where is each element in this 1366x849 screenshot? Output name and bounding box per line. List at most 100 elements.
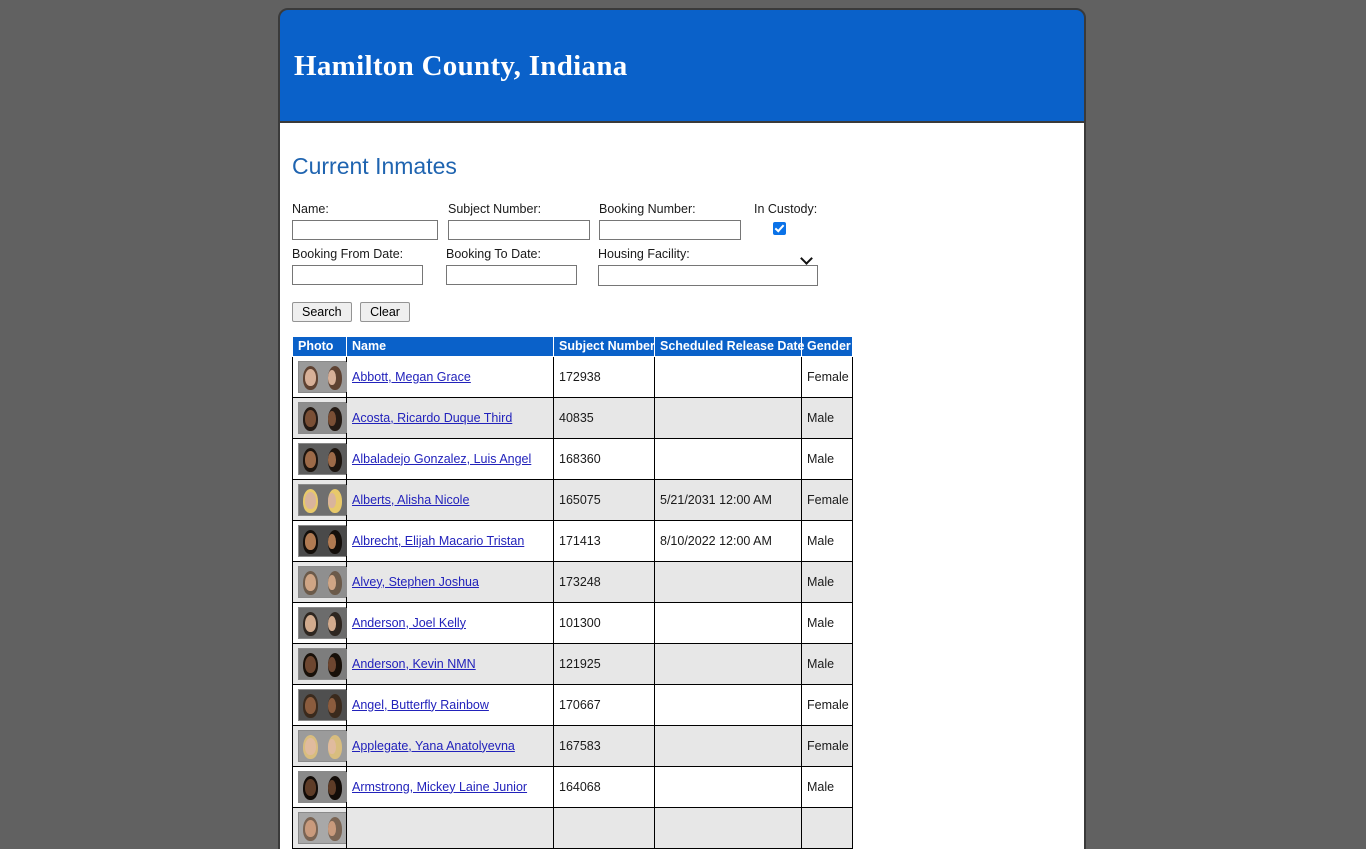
column-header-scheduled-release-date[interactable]: Scheduled Release Date [654,335,805,357]
booking-to-date-input[interactable] [446,264,577,285]
photo-cell [292,601,348,644]
in-custody-checkbox[interactable] [773,221,786,235]
mugshot-thumbnail[interactable] [298,360,348,393]
mugshot-thumbnail[interactable] [298,565,348,598]
photo-cell [292,683,348,726]
name-input[interactable] [292,219,438,240]
gender-cell: Female [801,683,853,726]
in-custody-label: In Custody: [754,201,818,216]
housing-facility-select[interactable] [598,264,818,286]
mugshot-profile-view [323,607,347,638]
table-row: Abbott, Megan Grace 172938 Female [292,355,853,398]
mugshot-thumbnail[interactable] [298,483,348,516]
inmates-table: Photo Name Subject Number Scheduled Rele… [292,335,853,849]
gender-cell: Male [801,519,853,562]
mugshot-front-view [299,566,323,597]
mugshot-thumbnail[interactable] [298,647,348,680]
mugshot-front-view [299,607,323,638]
housing-facility-label: Housing Facility: [598,246,690,261]
gender-cell [801,806,853,849]
scheduled-release-date-cell: 5/21/2031 12:00 AM [654,478,802,521]
inmate-detail-link[interactable]: Acosta, Ricardo Duque Third [352,411,512,425]
name-cell: Angel, Butterfly Rainbow [346,683,554,726]
mugshot-front-view [299,402,323,433]
mugshot-thumbnail[interactable] [298,442,348,475]
name-cell: Abbott, Megan Grace [346,355,554,398]
name-cell: Armstrong, Mickey Laine Junior [346,765,554,808]
name-cell: Albrecht, Elijah Macario Tristan [346,519,554,562]
subject-number-label: Subject Number: [448,201,542,216]
photo-cell [292,396,348,439]
gender-cell: Male [801,437,853,480]
mugshot-thumbnail[interactable] [298,770,348,803]
subject-number-cell [553,806,655,849]
subject-number-input[interactable] [448,219,590,240]
search-button[interactable]: Search [292,301,352,322]
inmate-detail-link[interactable]: Applegate, Yana Anatolyevna [352,739,515,753]
column-header-name[interactable]: Name [346,335,554,357]
inmate-detail-link[interactable]: Anderson, Joel Kelly [352,616,466,630]
mugshot-thumbnail[interactable] [298,811,346,844]
subject-number-cell: 101300 [553,601,655,644]
photo-cell [292,519,348,562]
scheduled-release-date-cell [654,396,802,439]
search-form: Name: Subject Number: Booking Number: In… [280,181,1084,322]
mugshot-thumbnail[interactable] [298,524,348,557]
name-cell: Acosta, Ricardo Duque Third [346,396,554,439]
scheduled-release-date-cell [654,806,802,849]
clear-button[interactable]: Clear [360,301,410,322]
inmate-detail-link[interactable]: Anderson, Kevin NMN [352,657,476,671]
photo-cell [292,355,348,398]
table-row: Applegate, Yana Anatolyevna 167583 Female [292,724,853,767]
mugshot-front-view [299,361,323,392]
mugshot-front-view [299,648,323,679]
mugshot-profile-view [323,361,347,392]
gender-cell: Female [801,724,853,767]
booking-number-input[interactable] [599,219,741,240]
inmate-detail-link[interactable]: Angel, Butterfly Rainbow [352,698,489,712]
mugshot-thumbnail[interactable] [298,688,348,721]
subject-number-cell: 121925 [553,642,655,685]
inmate-detail-link[interactable]: Alvey, Stephen Joshua [352,575,479,589]
name-cell: Applegate, Yana Anatolyevna [346,724,554,767]
inmate-detail-link[interactable]: Armstrong, Mickey Laine Junior [352,780,527,794]
name-cell: Albaladejo Gonzalez, Luis Angel [346,437,554,480]
table-row: Alvey, Stephen Joshua 173248 Male [292,560,853,603]
table-row [292,806,853,849]
gender-cell: Male [801,560,853,603]
column-header-gender[interactable]: Gender [801,335,853,357]
gender-cell: Male [801,396,853,439]
mugshot-thumbnail[interactable] [298,606,348,639]
inmate-detail-link[interactable]: Abbott, Megan Grace [352,370,471,384]
table-row: Albrecht, Elijah Macario Tristan 171413 8/… [292,519,853,562]
column-header-photo[interactable]: Photo [292,335,347,357]
name-cell: Anderson, Kevin NMN [346,642,554,685]
form-buttons: Search Clear [292,301,1084,322]
inmate-detail-link[interactable]: Albrecht, Elijah Macario Tristan [352,534,524,548]
booking-number-field-group: Booking Number: [599,202,741,240]
site-header: Hamilton County, Indiana [278,8,1086,123]
table-row: Anderson, Kevin NMN 121925 Male [292,642,853,685]
site-body: Current Inmates Name: Subject Number: Bo… [278,123,1086,849]
scheduled-release-date-cell [654,601,802,644]
column-header-subject-number[interactable]: Subject Number [553,335,655,357]
table-header-row: Photo Name Subject Number Scheduled Rele… [292,335,853,357]
inmate-detail-link[interactable]: Albaladejo Gonzalez, Luis Angel [352,452,531,466]
mugshot-thumbnail[interactable] [298,401,348,434]
booking-number-label: Booking Number: [599,201,696,216]
scheduled-release-date-cell [654,642,802,685]
mugshot-thumbnail[interactable] [298,729,348,762]
scheduled-release-date-cell: 8/10/2022 12:00 AM [654,519,802,562]
mugshot-profile-view [323,443,347,474]
mugshot-front-view [299,771,323,802]
scheduled-release-date-cell [654,560,802,603]
mugshot-profile-view [323,730,347,761]
inmates-table-body: Abbott, Megan Grace 172938 Female Acosta, R… [292,355,853,849]
page-title: Current Inmates [292,153,457,179]
inmate-detail-link[interactable]: Alberts, Alisha Nicole [352,493,469,507]
mugshot-front-view [299,730,323,761]
table-row: Alberts, Alisha Nicole 165075 5/21/2031 12… [292,478,853,521]
gender-cell: Male [801,642,853,685]
name-cell [346,806,554,849]
booking-from-date-input[interactable] [292,264,423,285]
